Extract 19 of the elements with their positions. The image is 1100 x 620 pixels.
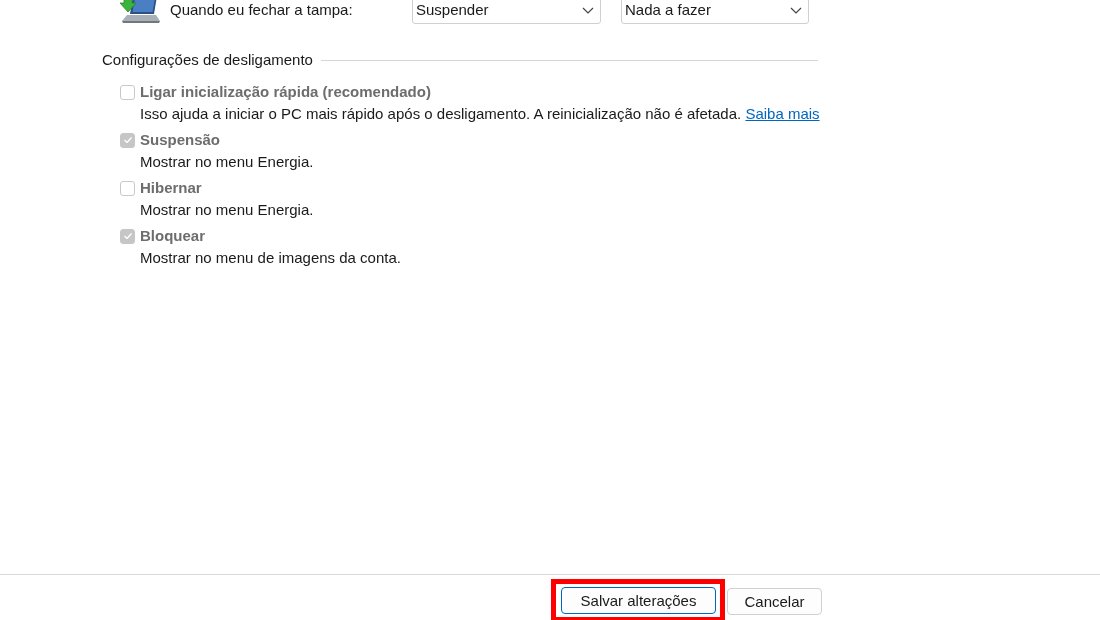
option-label: Bloquear xyxy=(140,226,205,246)
lid-close-label: Quando eu fechar a tampa: xyxy=(169,1,354,19)
dropdown[interactable]: Suspender xyxy=(412,0,601,24)
dropdown[interactable]: Nada a fazer xyxy=(621,0,809,24)
laptop-icon xyxy=(119,0,161,24)
option-label: Ligar inicialização rápida (recomendado) xyxy=(140,82,431,102)
option-description: Mostrar no menu Energia. xyxy=(140,152,314,172)
checkmark-icon xyxy=(123,137,132,143)
option-description: Mostrar no menu Energia. xyxy=(140,200,314,220)
section-title: Configurações de desligamento xyxy=(102,50,313,70)
chevron-down-icon xyxy=(582,6,594,14)
option-description: Mostrar no menu de imagens da conta. xyxy=(140,248,401,268)
dialog-button[interactable]: Cancelar xyxy=(727,588,822,615)
dialog-button[interactable]: Salvar alterações xyxy=(561,587,716,614)
option-label: Hibernar xyxy=(140,178,202,198)
option-label: Suspensão xyxy=(140,130,221,150)
chevron-down-icon xyxy=(790,6,802,14)
option-description: Isso ajuda a iniciar o PC mais rápido após o desligamento. A reinicialização não é afetada. Saiba mais xyxy=(140,104,820,124)
checkmark-icon xyxy=(123,233,132,239)
